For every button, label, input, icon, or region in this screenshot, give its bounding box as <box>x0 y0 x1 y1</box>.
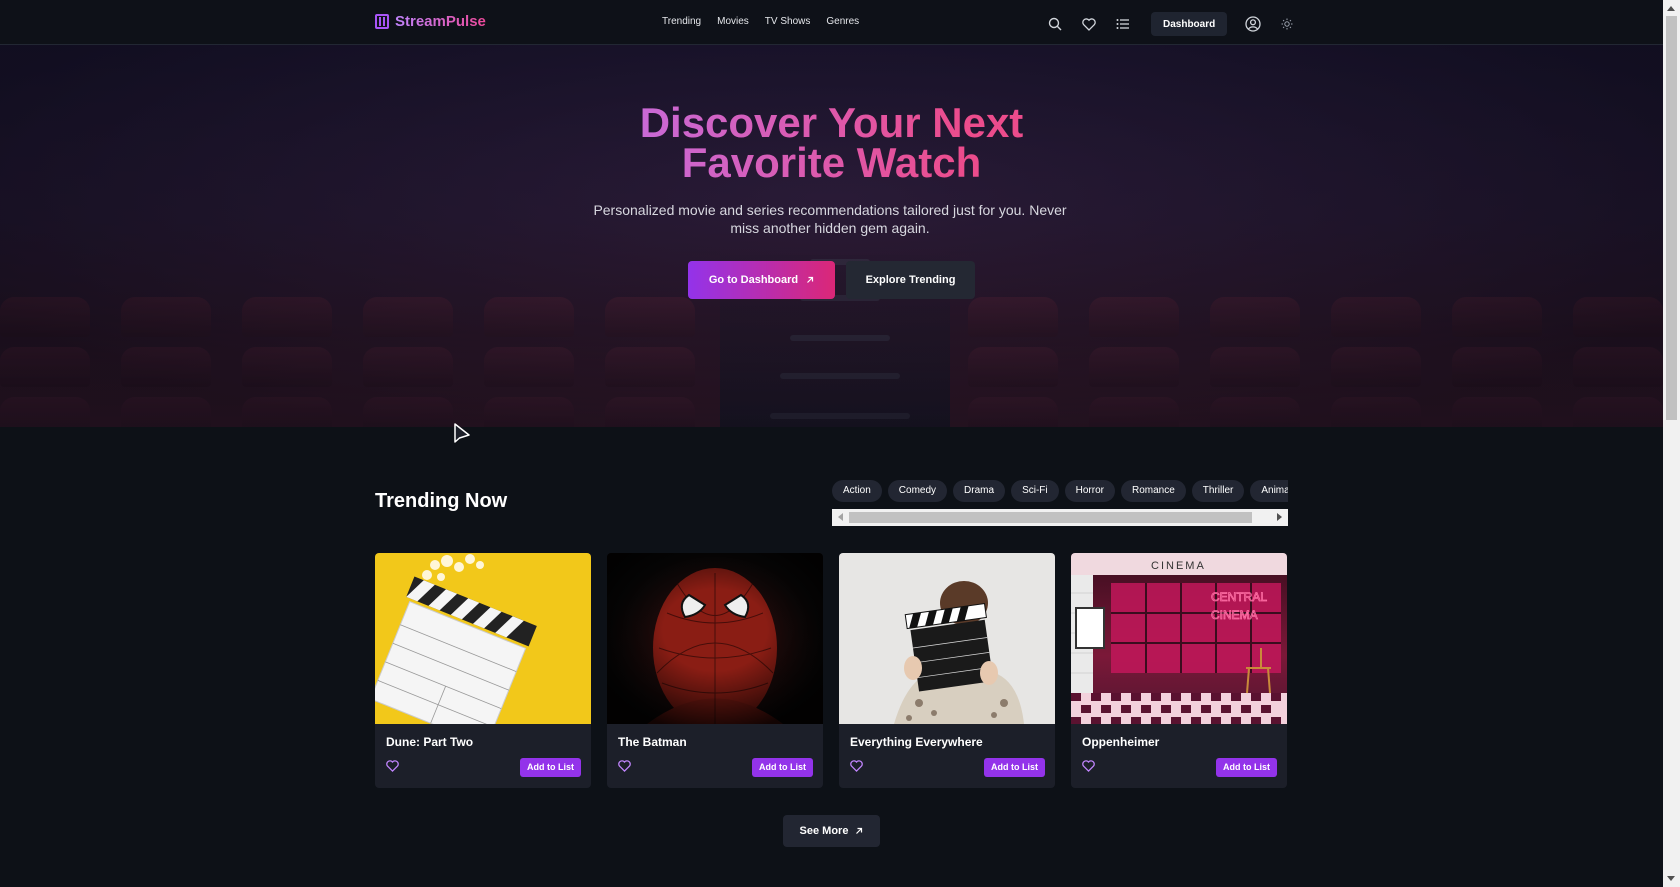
hero-subtitle: Personalized movie and series recommenda… <box>593 202 1067 236</box>
movie-card[interactable]: Dune: Part Two Add to List <box>375 553 591 788</box>
explore-trending-button[interactable]: Explore Trending <box>846 261 975 299</box>
nav-tv-shows[interactable]: TV Shows <box>765 16 811 27</box>
scroll-left-arrow-icon[interactable] <box>838 513 843 521</box>
movie-card[interactable]: CINEMA CENTRAL CINEMA Oppenheimer Add to… <box>1071 553 1287 788</box>
movie-poster-image[interactable]: CINEMA CENTRAL CINEMA <box>1071 553 1287 724</box>
svg-text:CENTRAL: CENTRAL <box>1211 590 1267 604</box>
favorite-heart-icon[interactable] <box>850 760 863 772</box>
nav-trending[interactable]: Trending <box>662 16 701 27</box>
hero-title-line2: Favorite Watch <box>681 139 982 186</box>
movie-title: Dune: Part Two <box>386 735 474 749</box>
genre-chip-romance[interactable]: Romance <box>1120 480 1186 502</box>
page-vertical-scrollbar[interactable] <box>1663 0 1680 887</box>
svg-text:CINEMA: CINEMA <box>1151 560 1206 572</box>
favorite-heart-icon[interactable] <box>1082 760 1095 772</box>
top-navbar: StreamPulse Trending Movies TV Shows Gen… <box>0 0 1663 45</box>
movie-title: Oppenheimer <box>1082 735 1160 749</box>
user-account-icon[interactable] <box>1243 14 1263 34</box>
genre-chip-horror[interactable]: Horror <box>1064 480 1115 502</box>
nav-genres[interactable]: Genres <box>826 16 859 27</box>
movie-title: The Batman <box>618 735 687 749</box>
nav-movies[interactable]: Movies <box>717 16 749 27</box>
film-icon <box>375 14 389 29</box>
scroll-right-arrow-icon[interactable] <box>1277 513 1282 521</box>
mouse-cursor-icon <box>454 423 470 443</box>
theme-toggle-sun-icon[interactable] <box>1277 14 1297 34</box>
brand-logo[interactable]: StreamPulse <box>375 13 486 30</box>
header-actions: Dashboard <box>1045 12 1311 36</box>
heart-icon[interactable] <box>1079 14 1099 34</box>
genre-chip-drama[interactable]: Drama <box>953 480 1006 502</box>
trending-title: Trending Now <box>375 490 508 512</box>
movie-card[interactable]: Everything Everywhere Add to List <box>839 553 1055 788</box>
genre-chip-action[interactable]: Action <box>832 480 882 502</box>
movie-poster-image[interactable] <box>839 553 1055 724</box>
go-to-dashboard-label: Go to Dashboard <box>708 274 799 286</box>
svg-text:CINEMA: CINEMA <box>1211 608 1258 622</box>
movie-poster-image[interactable] <box>375 553 591 724</box>
add-to-list-button[interactable]: Add to List <box>984 758 1045 777</box>
arrow-up-right-icon <box>807 276 814 283</box>
scrollbar-thumb[interactable] <box>1666 16 1677 420</box>
movie-title: Everything Everywhere <box>850 735 983 749</box>
main-nav: Trending Movies TV Shows Genres <box>662 16 859 27</box>
see-more-button[interactable]: See More <box>783 815 880 847</box>
go-to-dashboard-button[interactable]: Go to Dashboard <box>688 261 835 299</box>
add-to-list-button[interactable]: Add to List <box>1216 758 1277 777</box>
trending-cards: Dune: Part Two Add to List The Batman Ad… <box>375 553 1287 788</box>
add-to-list-button[interactable]: Add to List <box>520 758 581 777</box>
favorite-heart-icon[interactable] <box>386 760 399 772</box>
brand-name: StreamPulse <box>395 13 486 30</box>
movie-poster-image[interactable] <box>607 553 823 724</box>
genre-horizontal-scrollbar[interactable] <box>832 509 1288 526</box>
movie-card[interactable]: The Batman Add to List <box>607 553 823 788</box>
hero-section: Discover Your Next Favorite Watch Person… <box>0 45 1663 427</box>
favorite-heart-icon[interactable] <box>618 760 631 772</box>
genre-filter-bar: Action Comedy Drama Sci-Fi Horror Romance Thri… <box>832 480 1288 504</box>
arrow-up-right-icon <box>856 827 863 834</box>
genre-chip-comedy[interactable]: Comedy <box>887 480 948 502</box>
page: StreamPulse Trending Movies TV Shows Gen… <box>0 0 1663 887</box>
scrollbar-thumb[interactable] <box>849 512 1252 523</box>
dashboard-button[interactable]: Dashboard <box>1151 12 1228 36</box>
scroll-up-arrow-icon[interactable] <box>1667 6 1675 11</box>
scroll-down-arrow-icon[interactable] <box>1667 876 1675 881</box>
add-to-list-button[interactable]: Add to List <box>752 758 813 777</box>
list-icon[interactable] <box>1113 14 1133 34</box>
search-icon[interactable] <box>1045 14 1065 34</box>
genre-chip-sci-fi[interactable]: Sci-Fi <box>1011 480 1059 502</box>
hero-title: Discover Your Next Favorite Watch <box>0 103 1663 183</box>
hero-title-line1: Discover Your Next <box>639 99 1024 146</box>
genre-chip-thriller[interactable]: Thriller <box>1191 480 1245 502</box>
genre-chip-animation[interactable]: Animatio <box>1250 480 1288 502</box>
see-more-label: See More <box>799 825 849 837</box>
